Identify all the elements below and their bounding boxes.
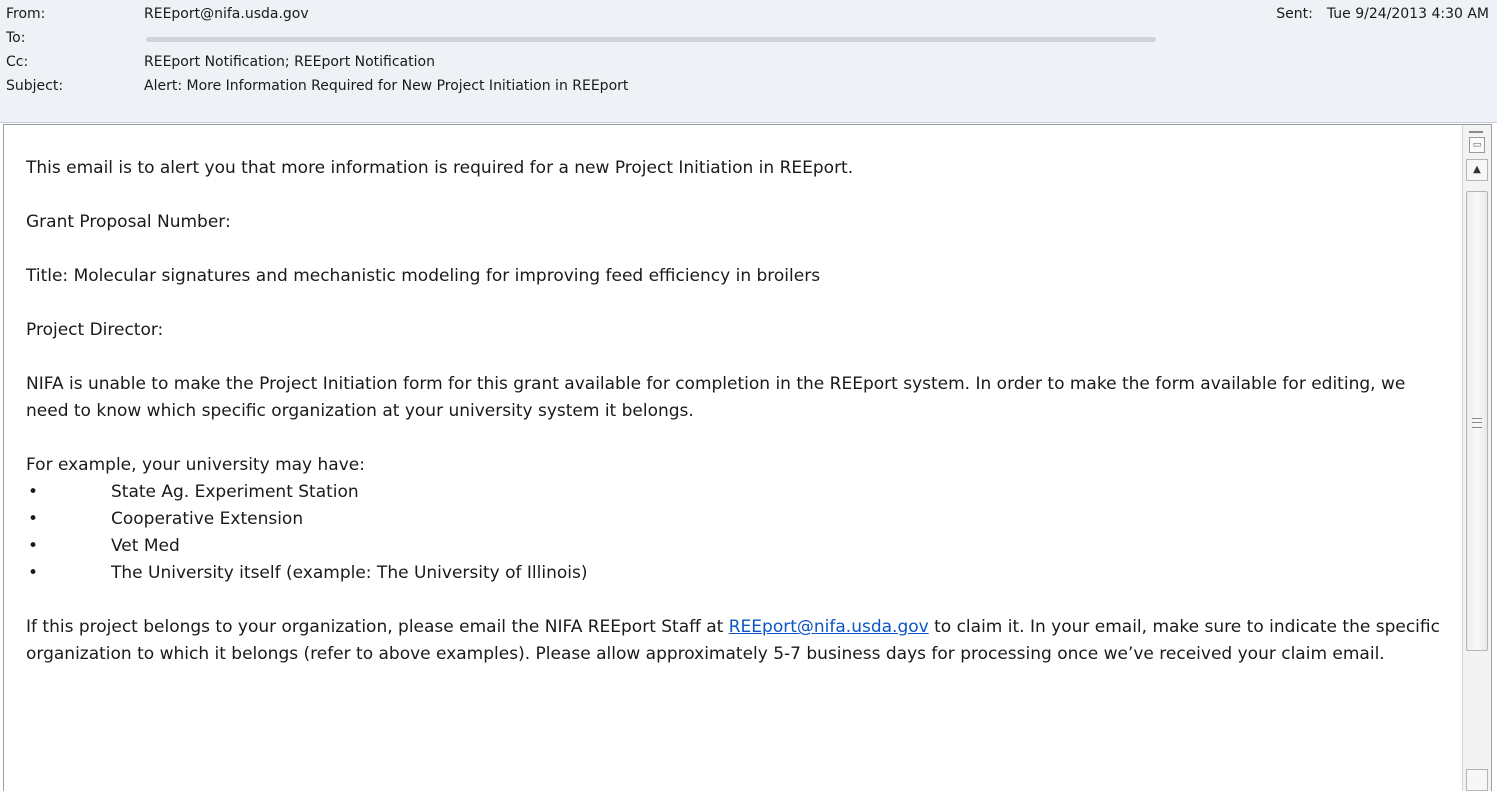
- from-label: From:: [6, 6, 46, 22]
- claim-paragraph: If this project belongs to your organiza…: [26, 617, 1440, 664]
- to-label: To:: [6, 30, 26, 46]
- document-icon[interactable]: ▭: [1469, 137, 1485, 153]
- vertical-scrollbar[interactable]: ▭ ▲: [1462, 125, 1491, 791]
- project-title: Title: Molecular signatures and mechanis…: [26, 266, 821, 286]
- intro-paragraph: This email is to alert you that more inf…: [26, 158, 854, 178]
- grant-proposal-number: Grant Proposal Number:: [26, 212, 231, 232]
- list-item: • Cooperative Extension: [26, 506, 1446, 533]
- scroll-up-button[interactable]: ▲: [1466, 159, 1488, 181]
- message-body-pane[interactable]: This email is to alert you that more inf…: [3, 124, 1492, 791]
- cc-value[interactable]: REEport Notification; REEport Notificati…: [144, 52, 435, 72]
- nifa-paragraph: NIFA is unable to make the Project Initi…: [26, 374, 1406, 421]
- bullet-icon: •: [28, 509, 39, 529]
- scroll-down-button[interactable]: [1466, 769, 1488, 791]
- grip-icon: [1472, 418, 1482, 428]
- list-item: • The University itself (example: The Uni…: [26, 560, 1446, 587]
- to-row: To:: [6, 28, 1206, 48]
- sent-value: Tue 9/24/2013 4:30 AM: [1326, 6, 1489, 22]
- sent-label: Sent:: [1276, 6, 1313, 22]
- redacted-recipients: [146, 37, 1156, 42]
- subject-label: Subject:: [6, 78, 64, 94]
- list-item: • State Ag. Experiment Station: [26, 479, 1446, 506]
- project-director: Project Director:: [26, 320, 164, 340]
- message-header: From: REEport@nifa.usda.gov Sent: Tue 9/2…: [0, 0, 1497, 123]
- bullet-icon: •: [28, 482, 39, 502]
- example-intro: For example, your university may have:: [26, 455, 365, 475]
- bullet-icon: •: [28, 536, 39, 556]
- scroll-thumb[interactable]: [1466, 191, 1488, 651]
- organization-list: • State Ag. Experiment Station • Cooperati…: [26, 479, 1446, 587]
- from-value[interactable]: REEport@nifa.usda.gov: [144, 4, 309, 24]
- message-body: This email is to alert you that more inf…: [26, 155, 1446, 695]
- split-handle-icon[interactable]: [1469, 131, 1483, 133]
- list-item: • Vet Med: [26, 533, 1446, 560]
- bullet-icon: •: [28, 563, 39, 583]
- subject-value: Alert: More Information Required for New…: [144, 78, 629, 94]
- cc-label: Cc:: [6, 54, 29, 70]
- sent-info: Sent: Tue 9/24/2013 4:30 AM: [1276, 6, 1489, 22]
- email-link[interactable]: REEport@nifa.usda.gov: [729, 617, 929, 637]
